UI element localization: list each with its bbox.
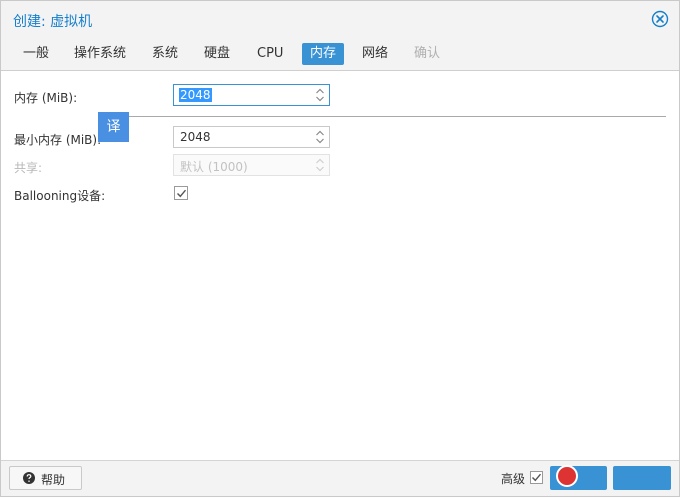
- next-button[interactable]: [613, 466, 671, 490]
- divider: [99, 116, 666, 117]
- help-label: 帮助: [41, 473, 66, 487]
- advanced-checkbox[interactable]: [530, 471, 543, 484]
- min-memory-spin-buttons: [315, 129, 325, 145]
- tab-network[interactable]: 网络: [354, 43, 396, 65]
- ballooning-label: Ballooning设备:: [14, 189, 106, 203]
- chevron-up-icon[interactable]: [315, 87, 325, 95]
- help-icon: [23, 472, 35, 484]
- dialog-title: 创建: 虚拟机: [13, 14, 93, 30]
- min-memory-spinner[interactable]: 2048: [173, 126, 330, 148]
- tab-confirm: 确认: [414, 46, 441, 61]
- chevron-down-icon[interactable]: [315, 137, 325, 145]
- chevron-down-icon: [315, 165, 325, 173]
- translate-badge[interactable]: 译: [98, 112, 129, 142]
- chevron-up-icon[interactable]: [315, 129, 325, 137]
- memory-label: 内存 (MiB):: [14, 91, 78, 105]
- dialog-footer: 帮助 高级: [1, 460, 679, 496]
- checkmark-icon: [532, 473, 542, 482]
- shares-spinner: 默认 (1000): [173, 154, 330, 176]
- memory-value[interactable]: 2048: [179, 88, 212, 102]
- tab-os[interactable]: 操作系统: [66, 43, 134, 65]
- shares-spin-buttons: [315, 157, 325, 173]
- wizard-tabbar: 一般 操作系统 系统 硬盘 CPU 内存 网络 确认: [1, 39, 679, 71]
- close-icon[interactable]: [651, 10, 669, 28]
- memory-spin-buttons: [315, 87, 325, 103]
- chevron-down-icon[interactable]: [315, 95, 325, 103]
- min-memory-value[interactable]: 2048: [180, 130, 211, 144]
- dialog-titlebar: 创建: 虚拟机: [1, 1, 679, 39]
- shares-label: 共享:: [14, 161, 43, 175]
- memory-panel: 内存 (MiB): 2048 最小内存 (MiB): 2048 译 共享: 默认…: [1, 72, 679, 460]
- advanced-label: 高级: [501, 472, 526, 486]
- help-button[interactable]: 帮助: [9, 466, 82, 490]
- memory-spinner[interactable]: 2048: [173, 84, 330, 106]
- ballooning-checkbox[interactable]: [174, 186, 188, 200]
- shares-placeholder: 默认 (1000): [180, 160, 248, 174]
- tab-memory[interactable]: 内存: [302, 43, 345, 65]
- tab-system[interactable]: 系统: [144, 43, 186, 65]
- chevron-up-icon: [315, 157, 325, 165]
- min-memory-label: 最小内存 (MiB):: [14, 133, 102, 147]
- tab-cpu[interactable]: CPU: [249, 43, 291, 65]
- create-vm-dialog: 创建: 虚拟机 一般 操作系统 系统 硬盘 CPU 内存 网络 确认 内存 (M…: [0, 0, 680, 497]
- checkmark-icon: [177, 189, 187, 198]
- tab-disk[interactable]: 硬盘: [196, 43, 238, 65]
- back-button[interactable]: [550, 466, 607, 490]
- tab-general[interactable]: 一般: [15, 43, 57, 65]
